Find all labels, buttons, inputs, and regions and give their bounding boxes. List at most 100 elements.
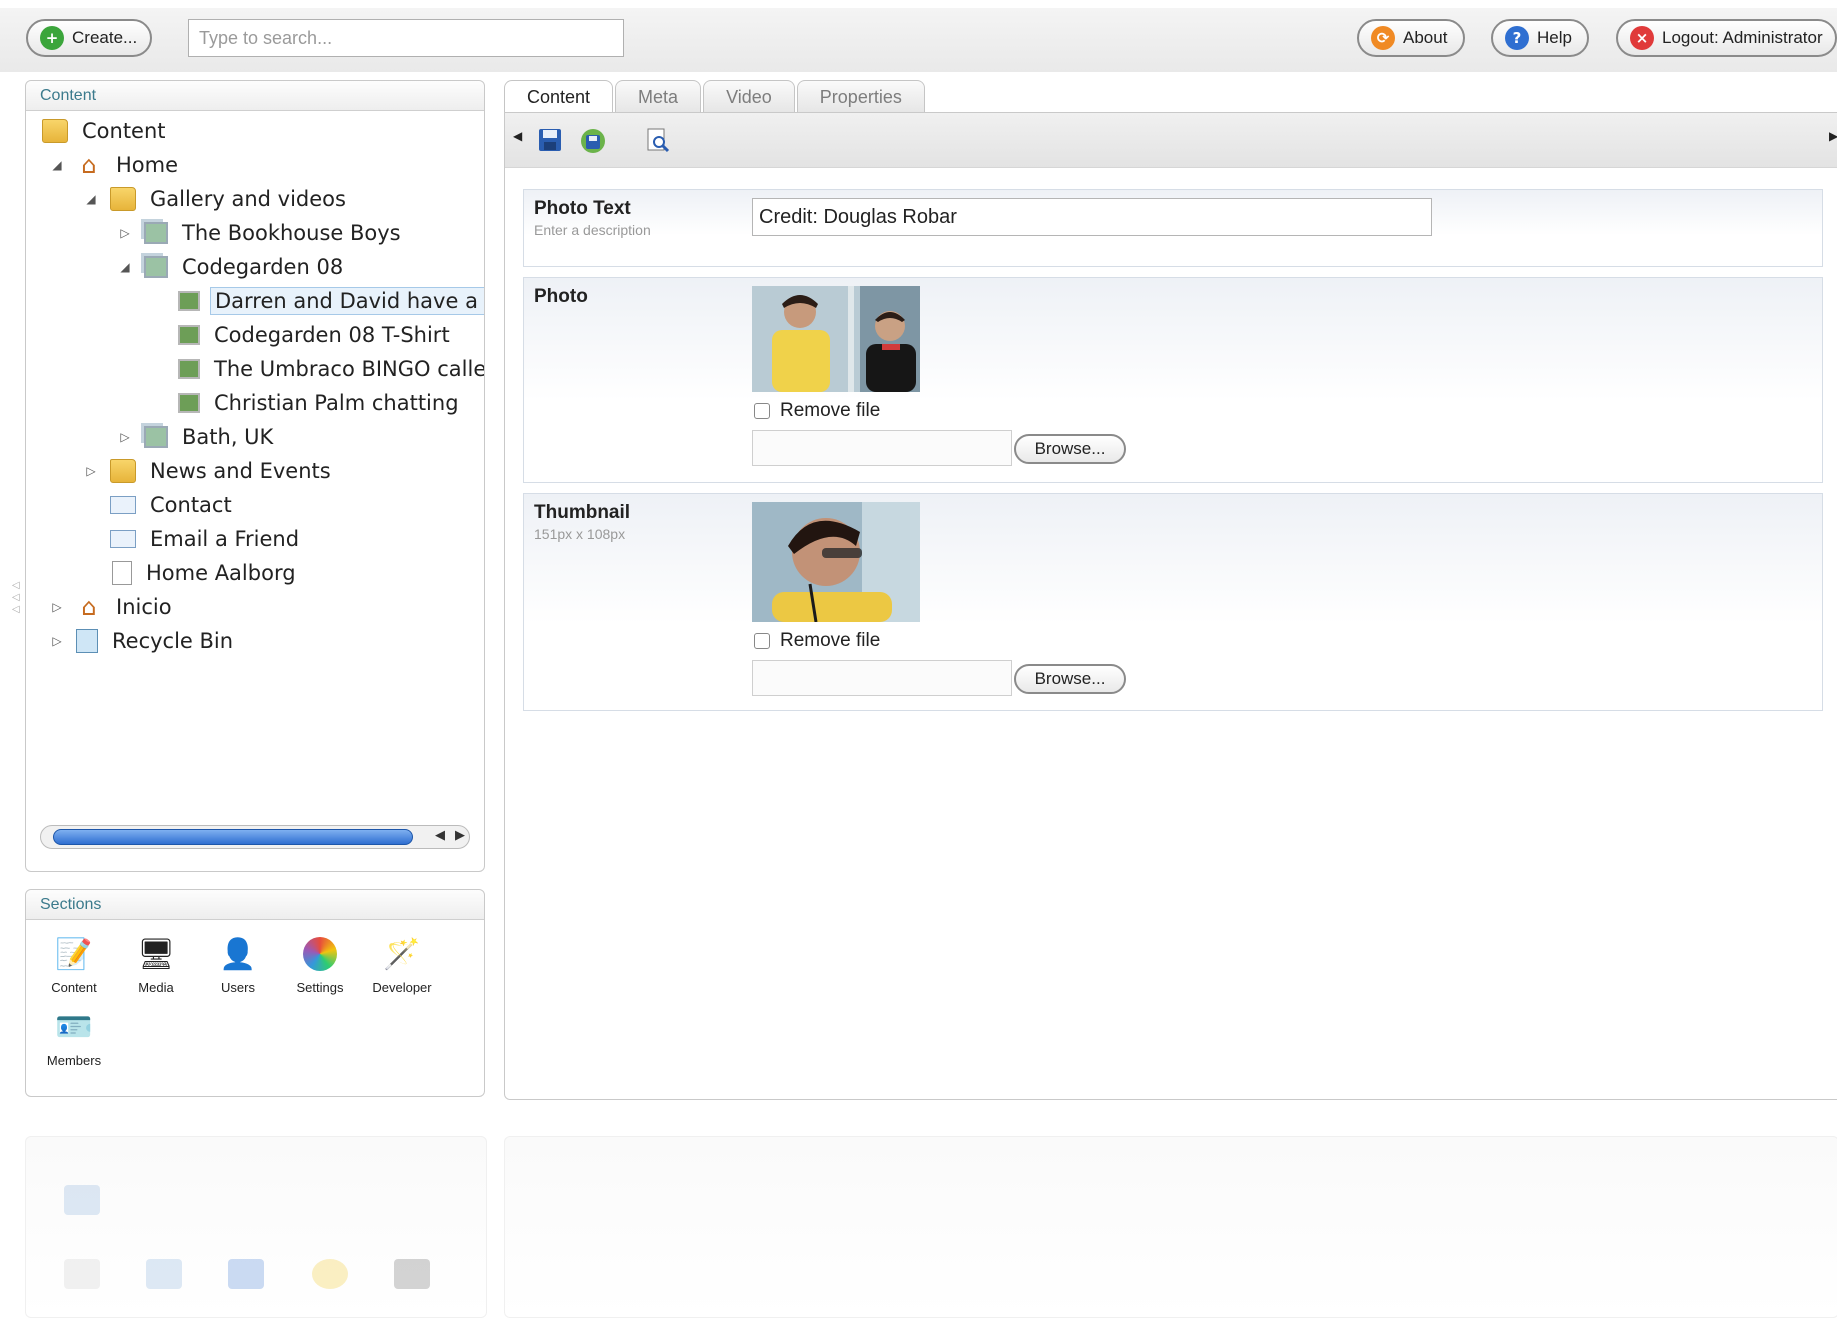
logout-button-label: Logout: Administrator (1662, 28, 1823, 47)
editor-reflection (504, 1136, 1837, 1318)
sections-reflection (25, 1136, 487, 1318)
scroll-left-icon[interactable]: ◀ (435, 828, 445, 843)
scrollbar-thumb[interactable] (53, 829, 413, 845)
tree-node[interactable]: ▷ News and Events (84, 455, 335, 487)
expand-toggle-icon[interactable]: ◢ (84, 192, 98, 206)
section-content[interactable]: 📝 Content (40, 934, 108, 996)
editor-area: Content Meta Video Properties ◀ ▶ Photo … (504, 80, 1837, 1100)
thumbnail-browse-button[interactable]: Browse... (1014, 664, 1126, 694)
tree-node-label: Content (82, 119, 166, 143)
section-media[interactable]: 🖥 Media (122, 934, 190, 996)
magic-wand-icon: 🪄 (383, 937, 421, 971)
plus-icon: + (40, 26, 64, 50)
collapse-toggle-icon[interactable]: ▷ (50, 600, 64, 614)
tree-node[interactable]: Content (42, 115, 170, 147)
document-icon (112, 561, 132, 585)
search-input[interactable] (188, 19, 624, 57)
photo-property: Photo Remove file Browse... (523, 277, 1823, 483)
expand-toggle-icon[interactable]: ◢ (118, 260, 132, 274)
tree-node-label: Gallery and videos (150, 187, 346, 211)
collapse-toggle-icon[interactable]: ▷ (118, 226, 132, 240)
photo-icon (178, 291, 200, 311)
tab-content[interactable]: Content (504, 80, 614, 113)
tree-node[interactable]: ▷ ⌂ Inicio (50, 591, 176, 623)
tree-node[interactable]: The Umbraco BINGO callers (178, 353, 484, 385)
thumbnail-remove-file[interactable]: Remove file (754, 630, 880, 652)
toolbar-scroll-right-icon[interactable]: ▶ (1829, 129, 1837, 143)
scroll-right-icon[interactable]: ▶ (455, 828, 465, 843)
section-label: Media (138, 980, 174, 995)
photo-preview-image (752, 286, 920, 392)
remove-file-checkbox[interactable] (754, 633, 770, 649)
about-button[interactable]: ⟳ About (1357, 19, 1465, 57)
tree-node-selected[interactable]: Darren and David have a ch (178, 285, 484, 317)
mail-icon (110, 496, 136, 514)
folder-icon (110, 187, 136, 211)
tree-node[interactable]: Contact (110, 489, 236, 521)
section-label: Developer (372, 980, 432, 995)
reflection-magic-wand-icon (394, 1259, 430, 1289)
content-tree: Content ◢ ⌂ Home ◢ Gallery and videos ▷ … (26, 115, 484, 875)
help-button[interactable]: ? Help (1491, 19, 1589, 57)
monitor-icon: 🖥 (136, 937, 176, 971)
section-users[interactable]: 👤 Users (204, 934, 272, 996)
thumbnail-file-input[interactable] (752, 660, 1012, 696)
tree-node[interactable]: ◢ Codegarden 08 (118, 251, 347, 283)
section-developer[interactable]: 🪄 Developer (368, 934, 436, 996)
tab-meta[interactable]: Meta (615, 80, 702, 112)
reflection-color-wheel-icon (312, 1259, 348, 1289)
collapse-toggle-icon[interactable]: ▷ (118, 430, 132, 444)
collapse-toggle-icon[interactable]: ▷ (84, 464, 98, 478)
home-icon: ⌂ (81, 593, 97, 621)
tree-horizontal-scrollbar[interactable]: ◀ ▶ (40, 825, 470, 849)
preview-icon[interactable] (645, 127, 671, 153)
panel-resize-grip-icon[interactable]: ◁ ◁ ◁ (12, 580, 20, 616)
tree-node[interactable]: ▷ The Bookhouse Boys (118, 217, 405, 249)
tree-node[interactable]: ◢ Gallery and videos (84, 183, 350, 215)
photo-text-description: Enter a description (534, 222, 651, 238)
tree-node-label: Email a Friend (150, 527, 300, 551)
reflection-member-card-icon (64, 1185, 100, 1215)
tree-node[interactable]: Codegarden 08 T-Shirt (178, 319, 454, 351)
remove-file-label: Remove file (780, 400, 881, 421)
tree-node-label: Recycle Bin (112, 629, 234, 653)
color-wheel-icon (300, 934, 340, 974)
editor-tabs: Content Meta Video Properties (504, 80, 925, 113)
logout-button[interactable]: × Logout: Administrator (1616, 19, 1837, 57)
photo-text-input[interactable] (752, 198, 1432, 236)
content-tree-panel: Content Content ◢ ⌂ Home ◢ Gallery and v… (25, 80, 485, 872)
tree-node-label: Home (116, 153, 179, 177)
collapse-toggle-icon[interactable]: ▷ (50, 634, 64, 648)
tree-node[interactable]: ◢ ⌂ Home (50, 149, 182, 181)
section-members[interactable]: 🪪 Members (40, 1007, 108, 1069)
photo-browse-button[interactable]: Browse... (1014, 434, 1126, 464)
tree-node[interactable]: ▷ Bath, UK (118, 421, 277, 453)
editor-panel: ◀ ▶ Photo Text Enter a description Photo (504, 112, 1837, 1100)
tab-properties[interactable]: Properties (796, 80, 925, 112)
tab-video[interactable]: Video (703, 80, 795, 112)
save-publish-icon[interactable] (579, 127, 605, 153)
tree-node-label: Codegarden 08 (182, 255, 344, 279)
section-settings[interactable]: Settings (286, 934, 354, 995)
thumbnail-preview-image (752, 502, 920, 622)
photo-remove-file[interactable]: Remove file (754, 400, 880, 422)
content-panel-title: Content (26, 81, 484, 111)
top-toolbar: + Create... ⟳ About ? Help × Logout: Adm… (0, 8, 1837, 72)
tree-node[interactable]: ▷ Recycle Bin (50, 625, 237, 657)
pencil-page-icon: 📝 (55, 937, 93, 971)
tree-node[interactable]: Email a Friend (110, 523, 303, 555)
save-icon[interactable] (537, 127, 563, 153)
toolbar-scroll-left-icon[interactable]: ◀ (513, 129, 522, 143)
photo-text-title: Photo Text (534, 198, 631, 219)
remove-file-checkbox[interactable] (754, 403, 770, 419)
tree-node[interactable]: Christian Palm chatting (178, 387, 463, 419)
thumbnail-title: Thumbnail (534, 502, 631, 523)
expand-toggle-icon[interactable]: ◢ (50, 158, 64, 172)
member-card-icon: 🪪 (55, 1010, 93, 1044)
folder-icon (110, 459, 136, 483)
remove-file-label: Remove file (780, 630, 881, 651)
tree-node[interactable]: Home Aalborg (112, 557, 300, 589)
photo-file-input[interactable] (752, 430, 1012, 466)
create-button[interactable]: + Create... (26, 19, 152, 57)
folder-icon (42, 119, 68, 143)
